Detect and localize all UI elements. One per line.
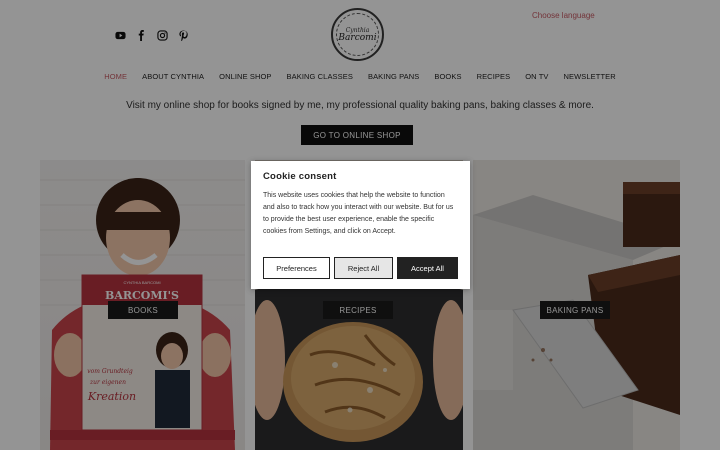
cookie-consent-dialog: Cookie consent This website uses cookies… bbox=[251, 161, 470, 289]
cookie-consent-actions: Preferences Reject All Accept All bbox=[263, 257, 458, 279]
preferences-button[interactable]: Preferences bbox=[263, 257, 330, 279]
cookie-consent-text: This website uses cookies that help the … bbox=[263, 192, 454, 235]
reject-all-button[interactable]: Reject All bbox=[334, 257, 393, 279]
cookie-consent-title: Cookie consent bbox=[263, 171, 337, 182]
accept-all-button[interactable]: Accept All bbox=[397, 257, 458, 279]
